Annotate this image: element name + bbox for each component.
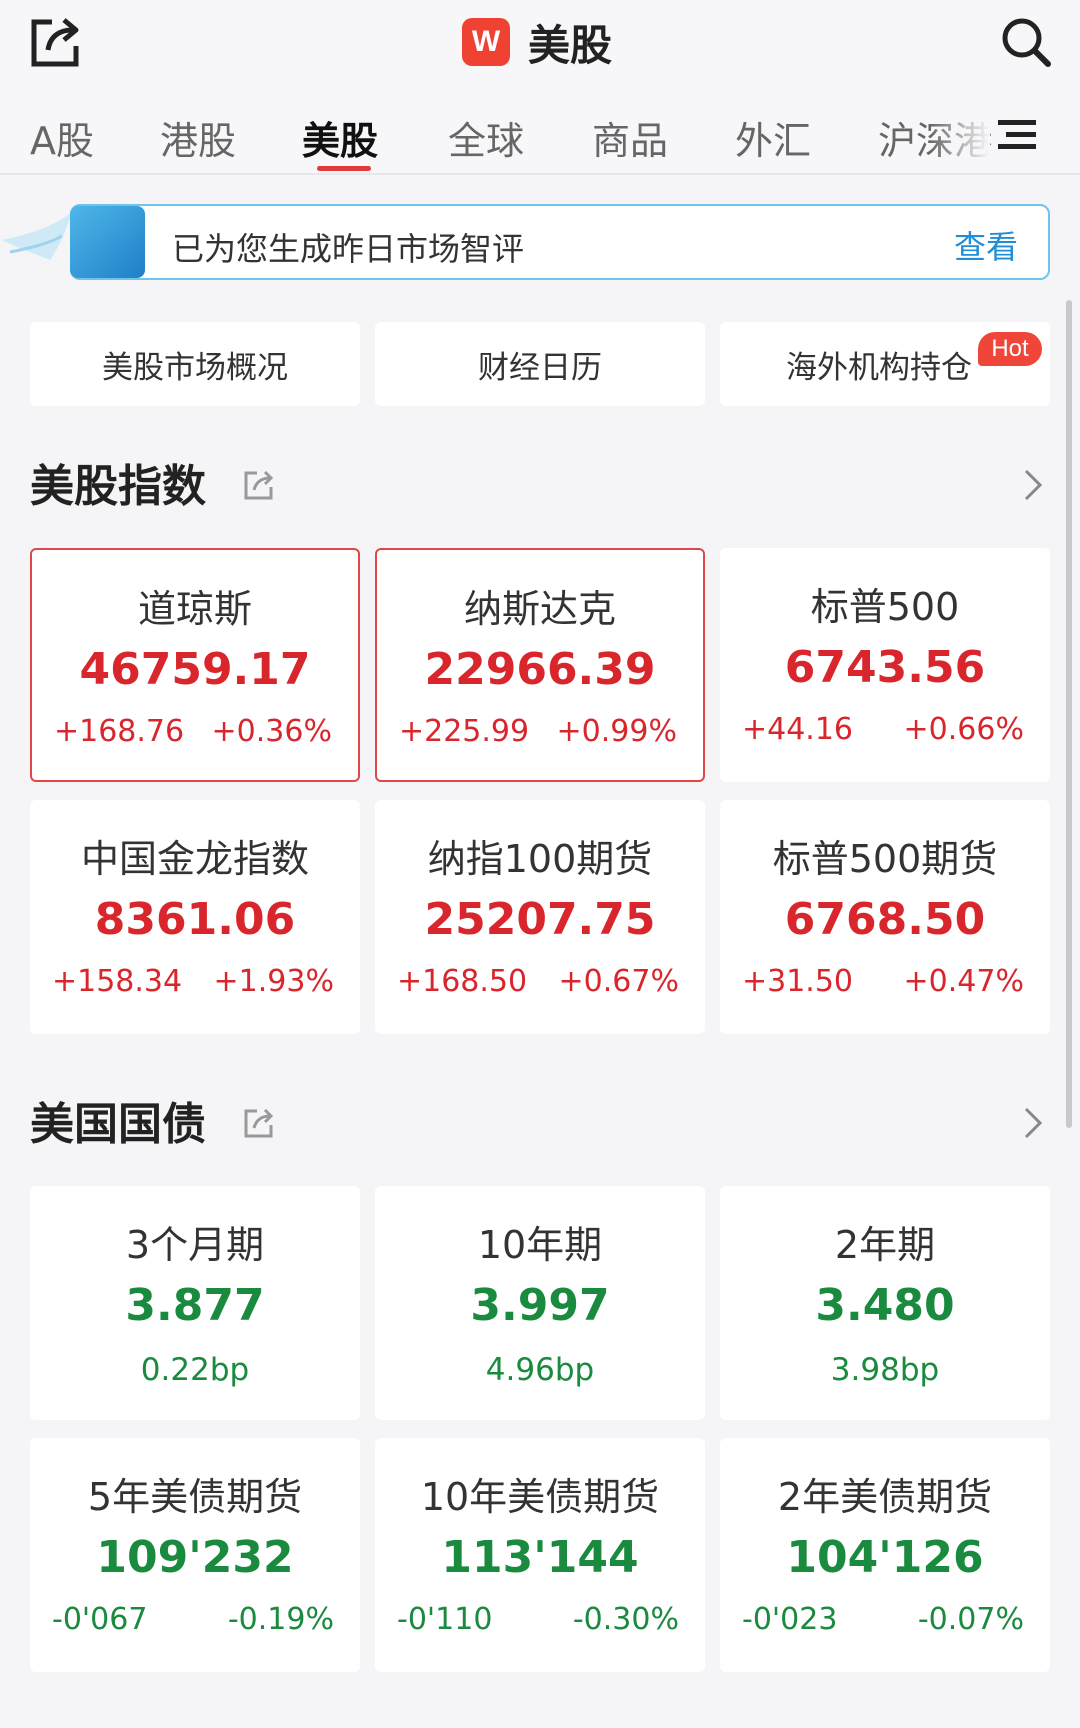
index-change: +168.50 bbox=[397, 964, 528, 999]
index-change: +44.16 bbox=[742, 712, 854, 747]
index-name: 标普500期货 bbox=[772, 837, 998, 881]
top-bar: W 美股 A股 港股 美股 全球 商品 外汇 沪深港 bbox=[0, 0, 1080, 175]
index-name: 标普500 bbox=[810, 585, 960, 629]
tab-hk-stocks[interactable]: 港股 bbox=[160, 110, 236, 165]
chevron-right-icon[interactable] bbox=[1022, 468, 1044, 502]
futures-name: 5年美债期货 bbox=[87, 1475, 303, 1519]
scrollbar[interactable] bbox=[1066, 300, 1072, 1128]
us-indices-title[interactable]: 美股指数 bbox=[30, 450, 206, 514]
banner-box: 已为您生成昨日市场智评 查看 bbox=[70, 204, 1050, 280]
index-card-sp500[interactable]: 标普500 6743.56 +44.16 +0.66% bbox=[720, 548, 1050, 782]
futures-change-percent: -0.19% bbox=[227, 1602, 334, 1637]
button-label: 美股市场概况 bbox=[102, 349, 288, 386]
index-card-nasdaq[interactable]: 纳斯达克 22966.39 +225.99 +0.99% bbox=[375, 548, 705, 782]
tab-global[interactable]: 全球 bbox=[448, 110, 524, 165]
button-label: 财经日历 bbox=[478, 349, 602, 386]
futures-card-5-year[interactable]: 5年美债期货 109'232 -0'067 -0.19% bbox=[30, 1438, 360, 1672]
index-value: 8361.06 bbox=[94, 894, 296, 945]
futures-card-10-year[interactable]: 10年美债期货 113'144 -0'110 -0.30% bbox=[375, 1438, 705, 1672]
app-header: W 美股 bbox=[462, 12, 612, 72]
index-card-nasdaq100-futures[interactable]: 纳指100期货 25207.75 +168.50 +0.67% bbox=[375, 800, 705, 1034]
index-value: 46759.17 bbox=[79, 644, 311, 695]
yield-change-bp: 3.98bp bbox=[830, 1352, 940, 1388]
index-card-sp500-futures[interactable]: 标普500期货 6768.50 +31.50 +0.47% bbox=[720, 800, 1050, 1034]
index-name: 纳指100期货 bbox=[427, 837, 653, 881]
yield-name: 3个月期 bbox=[125, 1223, 265, 1267]
index-change-percent: +0.67% bbox=[558, 964, 679, 999]
yield-card-2-year[interactable]: 2年期 3.480 3.98bp bbox=[720, 1186, 1050, 1420]
futures-change-percent: -0.07% bbox=[917, 1602, 1024, 1637]
yield-card-10-year[interactable]: 10年期 3.997 4.96bp bbox=[375, 1186, 705, 1420]
tab-commodities[interactable]: 商品 bbox=[592, 110, 668, 165]
search-icon[interactable] bbox=[1000, 16, 1052, 68]
yield-change-bp: 4.96bp bbox=[485, 1352, 595, 1388]
index-change-percent: +0.99% bbox=[556, 714, 677, 749]
yield-card-3-month[interactable]: 3个月期 3.877 0.22bp bbox=[30, 1186, 360, 1420]
index-name: 道琼斯 bbox=[137, 587, 252, 631]
yield-name: 10年期 bbox=[477, 1223, 603, 1267]
index-card-golden-dragon[interactable]: 中国金龙指数 8361.06 +158.34 +1.93% bbox=[30, 800, 360, 1034]
index-change-percent: +0.47% bbox=[903, 964, 1024, 999]
futures-change: -0'067 bbox=[52, 1602, 148, 1637]
hot-badge: Hot bbox=[978, 332, 1042, 366]
banner-view-link[interactable]: 查看 bbox=[954, 222, 1018, 268]
tab-forex[interactable]: 外汇 bbox=[735, 110, 811, 165]
banner-ai-icon bbox=[2, 206, 145, 278]
tab-us-stocks[interactable]: 美股 bbox=[302, 110, 378, 165]
yield-value: 3.480 bbox=[815, 1280, 955, 1331]
menu-icon[interactable] bbox=[998, 118, 1036, 152]
yield-change-bp: 0.22bp bbox=[140, 1352, 250, 1388]
us-market-overview-button[interactable]: 美股市场概况 bbox=[30, 322, 360, 406]
market-tabs: A股 港股 美股 全球 商品 外汇 沪深港 bbox=[0, 100, 1080, 175]
index-value: 22966.39 bbox=[424, 644, 656, 695]
yield-value: 3.877 bbox=[125, 1280, 265, 1331]
futures-card-2-year[interactable]: 2年美债期货 104'126 -0'023 -0.07% bbox=[720, 1438, 1050, 1672]
active-tab-indicator bbox=[317, 166, 371, 171]
market-review-banner[interactable]: 已为您生成昨日市场智评 查看 bbox=[0, 204, 1052, 280]
index-value: 6768.50 bbox=[784, 894, 986, 945]
share-icon[interactable] bbox=[30, 16, 80, 68]
yield-value: 3.997 bbox=[470, 1280, 610, 1331]
app-logo: W bbox=[462, 18, 510, 66]
index-change-percent: +1.93% bbox=[213, 964, 334, 999]
index-change: +31.50 bbox=[742, 964, 854, 999]
index-card-dow-jones[interactable]: 道琼斯 46759.17 +168.76 +0.36% bbox=[30, 548, 360, 782]
banner-text: 已为您生成昨日市场智评 bbox=[172, 230, 525, 268]
futures-name: 2年美债期货 bbox=[777, 1475, 993, 1519]
futures-change: -0'110 bbox=[397, 1602, 493, 1637]
us-treasuries-title[interactable]: 美国国债 bbox=[30, 1088, 206, 1152]
futures-change-percent: -0.30% bbox=[572, 1602, 679, 1637]
futures-value: 104'126 bbox=[786, 1532, 984, 1583]
share-icon[interactable] bbox=[244, 470, 274, 500]
index-change-percent: +0.36% bbox=[211, 714, 332, 749]
futures-value: 109'232 bbox=[96, 1532, 294, 1583]
index-name: 纳斯达克 bbox=[463, 587, 616, 631]
tab-a-shares[interactable]: A股 bbox=[30, 110, 94, 165]
tab-fade bbox=[930, 100, 990, 170]
futures-change: -0'023 bbox=[742, 1602, 838, 1637]
index-value: 25207.75 bbox=[424, 894, 656, 945]
futures-value: 113'144 bbox=[441, 1532, 639, 1583]
index-change: +168.76 bbox=[54, 714, 185, 749]
index-value: 6743.56 bbox=[784, 642, 986, 693]
index-name: 中国金龙指数 bbox=[80, 837, 309, 881]
page-title: 美股 bbox=[528, 20, 613, 70]
futures-name: 10年美债期货 bbox=[420, 1475, 660, 1519]
index-change: +158.34 bbox=[52, 964, 183, 999]
share-icon[interactable] bbox=[244, 1108, 274, 1138]
yield-name: 2年期 bbox=[834, 1223, 936, 1267]
index-change-percent: +0.66% bbox=[903, 712, 1024, 747]
button-label: 海外机构持仓 bbox=[786, 349, 972, 386]
economic-calendar-button[interactable]: 财经日历 bbox=[375, 322, 705, 406]
chevron-right-icon[interactable] bbox=[1022, 1106, 1044, 1140]
index-change: +225.99 bbox=[399, 714, 530, 749]
